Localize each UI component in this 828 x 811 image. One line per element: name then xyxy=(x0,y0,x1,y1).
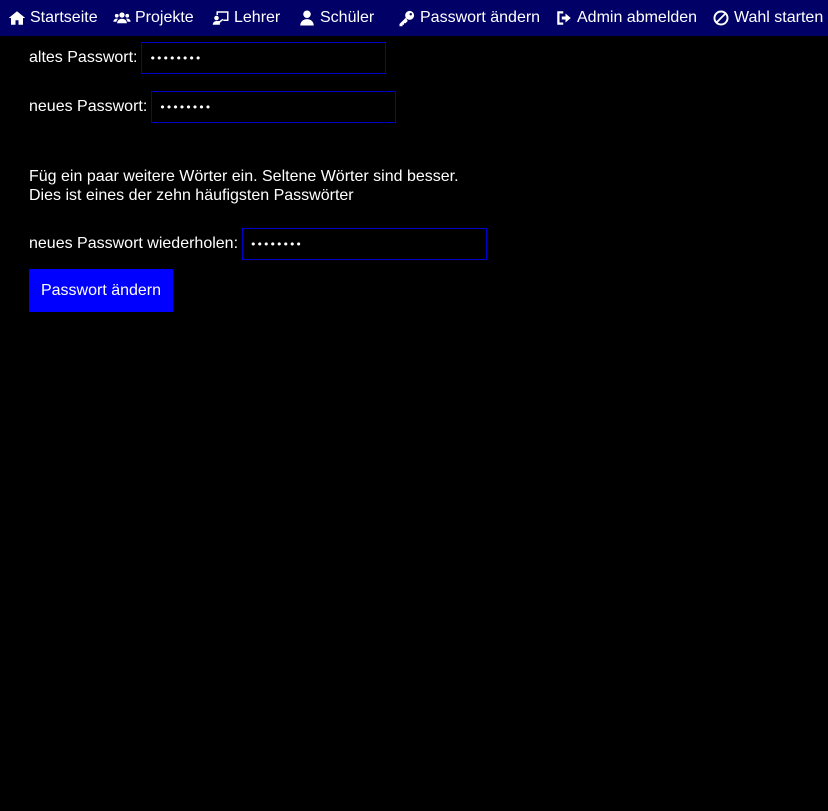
nav-item-wahl-starten[interactable]: Wahl starten xyxy=(712,0,823,36)
nav-item-schueler[interactable]: Schüler xyxy=(298,0,374,36)
old-password-row: altes Passwort: •••••••• xyxy=(29,42,387,74)
feedback-warning: Dies ist eines der zehn häufigsten Passw… xyxy=(29,187,354,204)
old-password-label: altes Passwort: xyxy=(29,49,138,66)
new-password-label: neues Passwort: xyxy=(29,98,148,115)
nav-item-label: Passwort ändern xyxy=(420,9,541,26)
nav-item-admin-abmelden[interactable]: Admin abmelden xyxy=(555,0,697,36)
nav-item-startseite[interactable]: Startseite xyxy=(8,0,98,36)
sign-out-icon xyxy=(557,11,571,25)
feedback-suggestion: Füg ein paar weitere Wörter ein. Seltene… xyxy=(29,168,459,185)
nav-item-label: Lehrer xyxy=(234,9,281,26)
nav-item-label: Startseite xyxy=(30,9,98,26)
chalkboard-teacher-icon xyxy=(212,11,229,25)
nav-item-label: Projekte xyxy=(135,9,194,26)
nav-item-projekte[interactable]: Projekte xyxy=(113,0,194,36)
top-navbar: Startseite Projekte Lehrer Schüler Passw… xyxy=(0,0,828,36)
nav-item-label: Admin abmelden xyxy=(577,9,698,26)
nav-item-label: Schüler xyxy=(320,9,375,26)
change-password-button[interactable]: Passwort ändern xyxy=(29,269,173,312)
password-strength-feedback: Füg ein paar weitere Wörter ein. Seltene… xyxy=(29,167,459,205)
users-icon xyxy=(113,12,131,24)
repeat-password-field[interactable]: •••••••• xyxy=(242,228,488,260)
new-password-field[interactable]: •••••••• xyxy=(151,91,397,123)
ban-icon xyxy=(713,10,729,26)
home-icon xyxy=(8,11,26,25)
new-password-row: neues Passwort: •••••••• xyxy=(29,91,397,123)
nav-item-passwort-aendern[interactable]: Passwort ändern xyxy=(398,0,540,36)
repeat-password-label: neues Passwort wiederholen: xyxy=(29,235,239,252)
old-password-field[interactable]: •••••••• xyxy=(141,42,387,74)
user-icon xyxy=(300,10,314,26)
repeat-password-row: neues Passwort wiederholen: •••••••• xyxy=(29,228,488,260)
nav-item-label: Wahl starten xyxy=(734,9,824,26)
key-icon xyxy=(399,10,415,27)
nav-item-lehrer[interactable]: Lehrer xyxy=(212,0,280,36)
